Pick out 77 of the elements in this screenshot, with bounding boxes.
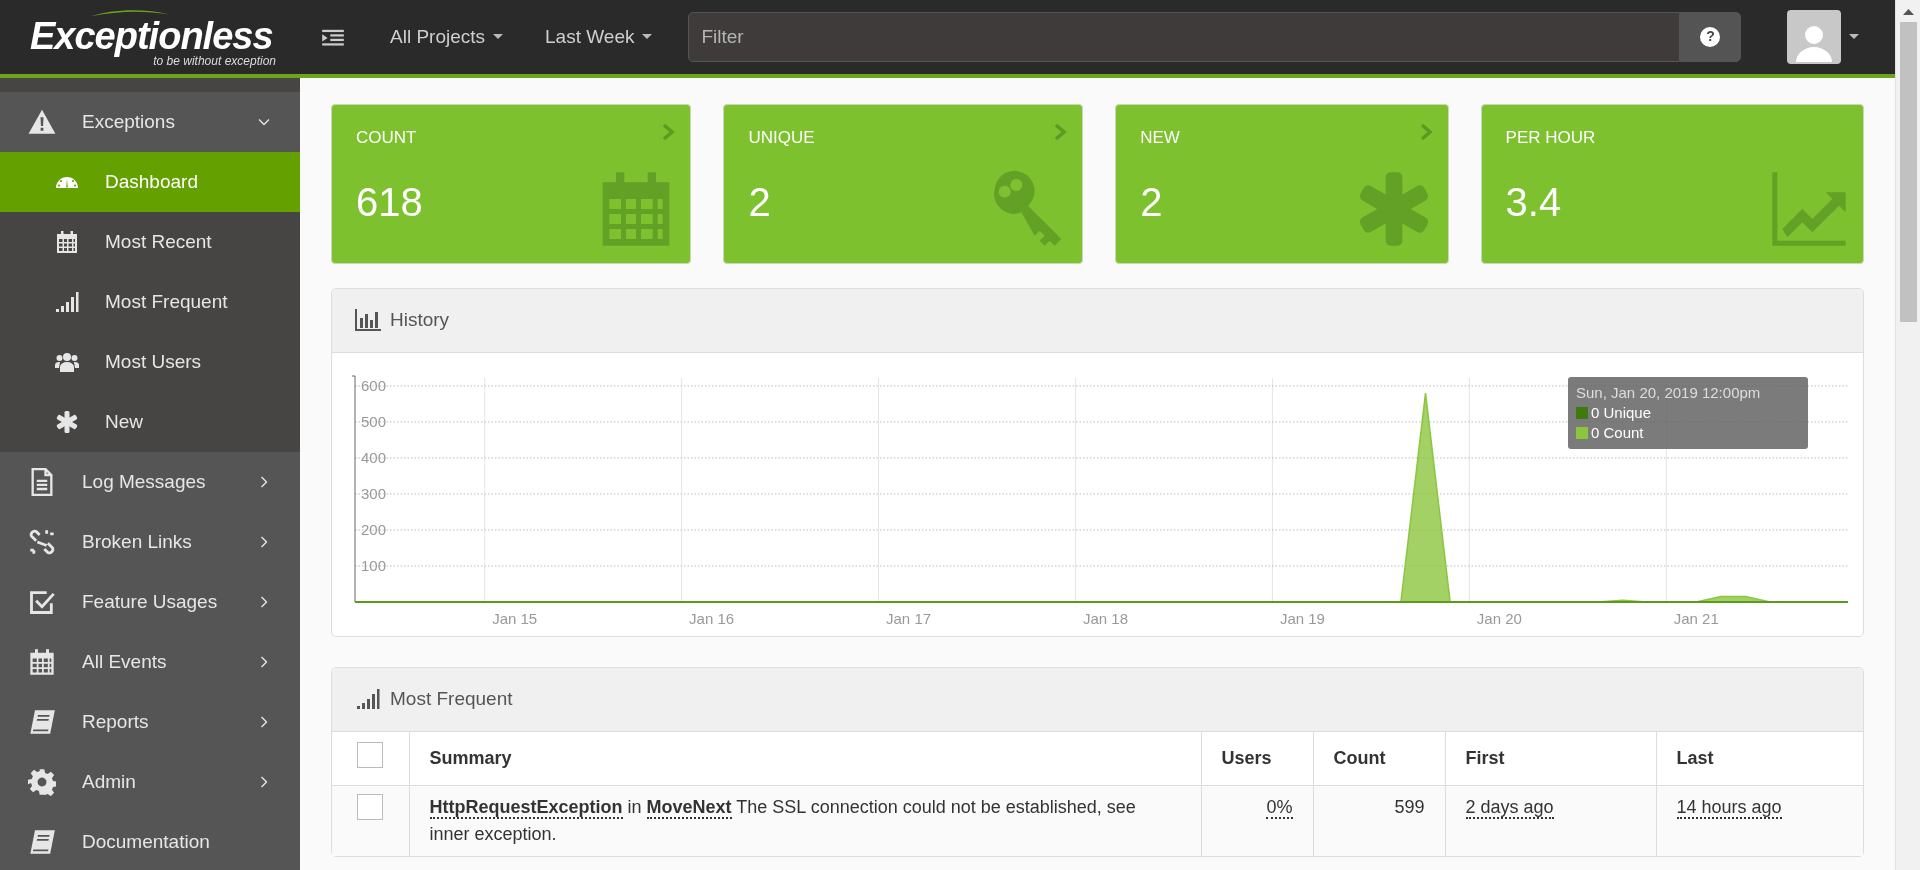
y-tick-label: 600 xyxy=(361,376,387,394)
table-cell: 2 days ago xyxy=(1445,785,1656,857)
sidebar-toggle-icon[interactable] xyxy=(322,27,344,46)
calendar-icon xyxy=(55,229,79,254)
sidebar-item[interactable]: Admin xyxy=(0,751,300,812)
book-icon xyxy=(28,827,56,856)
sidebar-item[interactable]: Feature Usages xyxy=(0,571,300,632)
summary-text: HttpRequestException in MoveNext The SSL connection could not be established, see inner exception. xyxy=(429,797,1136,845)
sidebar-subitem[interactable]: Most Users xyxy=(0,331,300,392)
dropdown-button[interactable]: All Projects xyxy=(384,21,510,53)
exception-type-link[interactable]: HttpRequestException xyxy=(429,797,623,820)
gear-icon xyxy=(28,767,56,796)
help-button[interactable]: ? xyxy=(1679,11,1742,62)
x-tick-label: Jan 16 xyxy=(689,609,735,627)
book-icon xyxy=(28,707,56,736)
sidebar-subitem[interactable]: Most Frequent xyxy=(0,271,300,332)
sidebar-item[interactable]: Documentation xyxy=(0,811,300,870)
avatar[interactable] xyxy=(1787,9,1842,64)
stat-label: NEW xyxy=(1140,126,1181,149)
legend-label: 0 Count xyxy=(1591,422,1644,443)
signal-bars-icon xyxy=(55,289,79,314)
logo-text: Exceptionless xyxy=(30,16,273,55)
legend-label: 0 Unique xyxy=(1591,402,1652,423)
sidebar-subitem[interactable]: Most Recent xyxy=(0,211,300,272)
tooltip-title: Sun, Jan 20, 2019 12:00pm xyxy=(1576,382,1762,403)
table-cell: 599 xyxy=(1313,785,1445,857)
scrollbar[interactable] xyxy=(1895,0,1920,870)
table-cell: 14 hours ago xyxy=(1656,785,1863,857)
signal-bars-icon xyxy=(354,687,382,712)
stat-label: PER HOUR xyxy=(1505,126,1597,149)
sidebar-item[interactable]: All Events xyxy=(0,631,300,692)
x-tick-label: Jan 17 xyxy=(886,609,932,627)
panel-title: History xyxy=(390,308,450,333)
y-tick-label: 300 xyxy=(361,484,387,502)
checkbox[interactable] xyxy=(357,741,384,768)
scrollbar-thumb[interactable] xyxy=(1899,22,1917,322)
stat-label: UNIQUE xyxy=(748,126,816,149)
table-cell: 0% xyxy=(1201,785,1313,857)
column-header[interactable]: First xyxy=(1445,731,1656,786)
sidebar-item[interactable]: Reports xyxy=(0,691,300,752)
broken-link-icon xyxy=(28,527,56,556)
bar-chart-icon xyxy=(354,308,382,333)
stat-value: 3.4 xyxy=(1505,179,1562,227)
logo[interactable]: Exceptionless to be without exception xyxy=(30,6,300,67)
column-header[interactable]: Users xyxy=(1201,731,1313,786)
x-tick-label: Jan 15 xyxy=(492,609,538,627)
method-link[interactable]: MoveNext xyxy=(646,797,732,820)
y-tick-label: 200 xyxy=(361,520,387,538)
column-header[interactable]: Last xyxy=(1656,731,1863,786)
column-header[interactable]: Summary xyxy=(409,731,1201,786)
column-header[interactable]: Count xyxy=(1313,731,1445,786)
sidebar-item[interactable]: Exceptions xyxy=(0,91,300,152)
sidebar-item[interactable]: Broken Links xyxy=(0,511,300,572)
y-tick-label: 100 xyxy=(361,556,387,574)
filter-field[interactable]: Filter xyxy=(688,11,1680,62)
panel-title: Most Frequent xyxy=(390,687,513,712)
caret-icon[interactable] xyxy=(1849,34,1860,40)
dropdown-button[interactable]: Last Week xyxy=(539,21,659,53)
x-tick-label: Jan 20 xyxy=(1476,609,1522,627)
x-tick-label: Jan 21 xyxy=(1673,609,1719,627)
stat-label: COUNT xyxy=(356,126,418,149)
calendar-icon xyxy=(28,647,56,676)
x-tick-label: Jan 19 xyxy=(1279,609,1325,627)
checkbox[interactable] xyxy=(357,794,384,821)
logo-tagline: to be without exception xyxy=(153,54,276,67)
caret-icon xyxy=(642,34,653,40)
sidebar-subitem[interactable]: New xyxy=(0,391,300,452)
stat-value: 2 xyxy=(1140,179,1163,227)
asterisk-icon xyxy=(55,409,79,434)
y-tick-label: 400 xyxy=(361,448,387,466)
scroll-up-icon[interactable] xyxy=(1902,8,1914,16)
y-tick-label: 500 xyxy=(361,412,387,430)
x-tick-label: Jan 18 xyxy=(1083,609,1128,627)
sidebar-item[interactable]: Log Messages xyxy=(0,451,300,512)
stat-value: 2 xyxy=(748,179,771,227)
caret-icon xyxy=(493,34,504,40)
stat-value: 618 xyxy=(356,179,423,227)
